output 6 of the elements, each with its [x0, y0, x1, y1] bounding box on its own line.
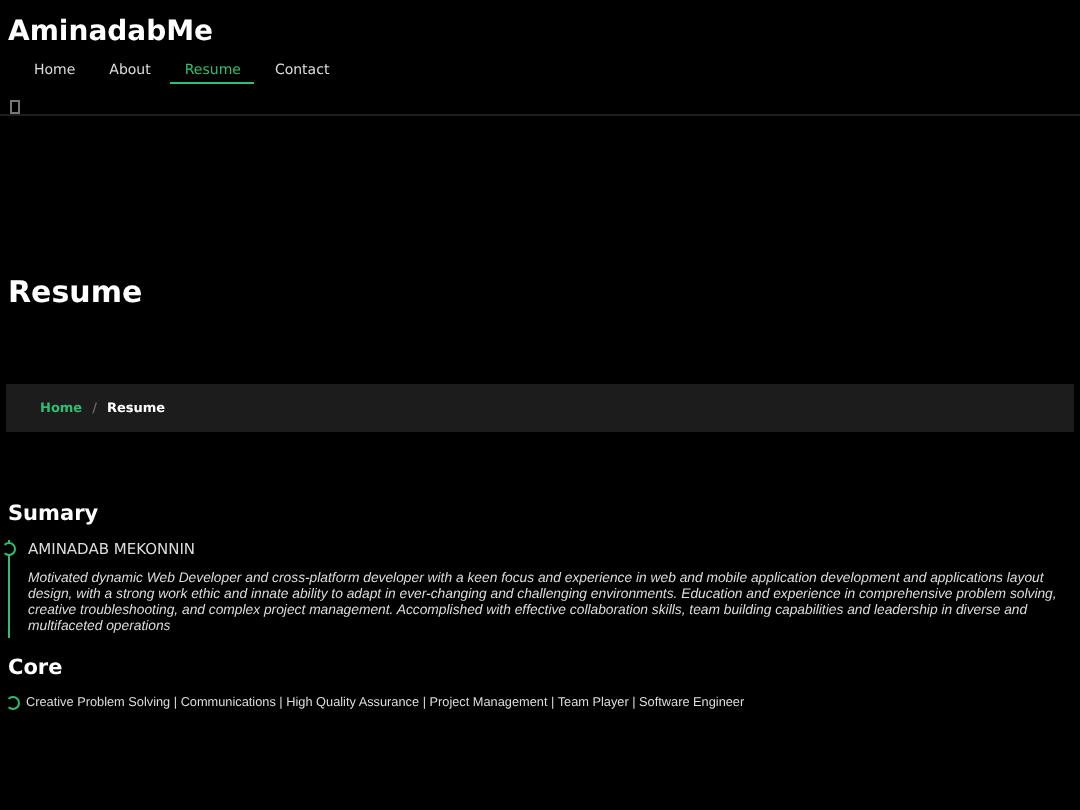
- section-heading: Sumary: [6, 500, 101, 528]
- page-title: Resume: [6, 272, 145, 310]
- site-logo[interactable]: AminadabMe: [8, 0, 214, 50]
- section-heading: Core: [6, 654, 65, 682]
- menu-toggle-icon[interactable]: [10, 100, 20, 114]
- timeline-marker-icon: [6, 696, 20, 710]
